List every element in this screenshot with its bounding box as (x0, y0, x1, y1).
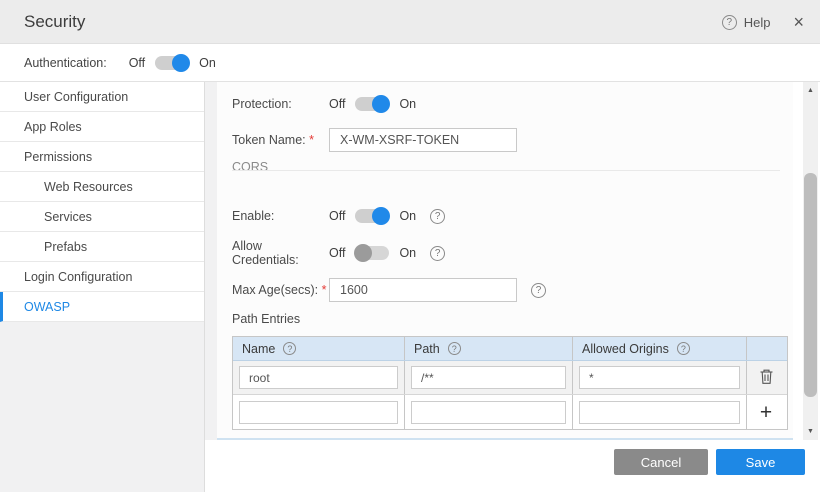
max-age-row: Max Age(secs): * ? (232, 278, 778, 302)
scroll-down-arrow[interactable]: ▼ (803, 425, 818, 438)
max-age-help-icon[interactable]: ? (531, 283, 546, 298)
protection-on-label: On (399, 97, 416, 111)
security-dialog: Security ? Help × Authentication: Off On… (0, 0, 820, 492)
name-column-help-icon[interactable]: ? (283, 342, 296, 355)
add-row-button[interactable]: + (747, 395, 785, 429)
protection-toggle[interactable] (355, 97, 389, 111)
name-column-label: Name (242, 342, 275, 356)
delete-row-button[interactable] (747, 361, 785, 394)
row1-actions-cell (747, 361, 785, 394)
protection-row: Protection: Off On (232, 95, 778, 113)
row2-origins-cell (573, 395, 747, 429)
toggle-knob (172, 54, 190, 72)
allow-credentials-toggle[interactable] (355, 246, 389, 260)
authentication-on-label: On (199, 56, 216, 70)
column-header-name: Name ? (233, 337, 405, 360)
cors-divider (232, 170, 780, 171)
path-column-help-icon[interactable]: ? (448, 342, 461, 355)
help-icon: ? (722, 15, 737, 30)
content-scrollbar[interactable]: ▲ ▼ (803, 82, 818, 440)
allow-credentials-row: Allow Credentials: Off On ? (232, 244, 778, 262)
allow-credentials-off-label: Off (329, 246, 345, 260)
row1-name-cell (233, 361, 405, 394)
sidebar-content-gutter (205, 82, 217, 440)
help-label: Help (744, 15, 771, 30)
authentication-bar: Authentication: Off On (0, 44, 820, 82)
sidebar-item-prefabs[interactable]: Prefabs (0, 232, 204, 262)
row2-name-cell (233, 395, 405, 429)
sidebar-item-services[interactable]: Services (0, 202, 204, 232)
authentication-off-label: Off (129, 56, 145, 70)
trash-icon (759, 368, 774, 388)
max-age-label: Max Age(secs): * (232, 283, 329, 297)
protection-off-label: Off (329, 97, 345, 111)
help-button[interactable]: ? Help (722, 15, 771, 30)
toggle-knob (372, 95, 390, 113)
path-entries-label: Path Entries (232, 312, 300, 326)
sidebar-item-owasp[interactable]: OWASP (0, 292, 204, 322)
enable-label: Enable: (232, 209, 329, 223)
enable-off-label: Off (329, 209, 345, 223)
column-header-allowed-origins: Allowed Origins ? (573, 337, 747, 360)
close-icon[interactable]: × (793, 13, 804, 31)
plus-icon: + (760, 402, 772, 423)
scrollbar-thumb[interactable] (804, 173, 817, 397)
token-name-label: Token Name: * (232, 133, 329, 147)
token-name-row: Token Name: * (232, 128, 778, 152)
path-entry-origins-input[interactable] (579, 366, 740, 389)
save-button[interactable]: Save (716, 449, 805, 475)
sidebar-item-user-configuration[interactable]: User Configuration (0, 82, 204, 112)
new-entry-name-input[interactable] (239, 401, 398, 424)
toggle-knob (372, 207, 390, 225)
required-marker: * (309, 133, 314, 147)
allowed-origins-column-help-icon[interactable]: ? (677, 342, 690, 355)
sidebar-item-web-resources[interactable]: Web Resources (0, 172, 204, 202)
cors-section-label: CORS (232, 160, 268, 174)
sidebar-item-permissions[interactable]: Permissions (0, 142, 204, 172)
max-age-input[interactable] (329, 278, 517, 302)
allow-credentials-help-icon[interactable]: ? (430, 246, 445, 261)
enable-on-label: On (399, 209, 416, 223)
sidebar-item-app-roles[interactable]: App Roles (0, 112, 204, 142)
owasp-settings-panel: Protection: Off On Token Name: * CORS En… (217, 82, 793, 440)
enable-row: Enable: Off On ? (232, 207, 778, 225)
header-actions: ? Help × (722, 0, 804, 44)
new-entry-path-input[interactable] (411, 401, 566, 424)
column-header-actions (747, 337, 785, 360)
enable-toggle[interactable] (355, 209, 389, 223)
path-entry-name-input[interactable] (239, 366, 398, 389)
table-row (233, 361, 787, 395)
row2-actions-cell: + (747, 395, 785, 429)
path-column-label: Path (414, 342, 440, 356)
dialog-header: Security ? Help × (0, 0, 820, 44)
row1-origins-cell (573, 361, 747, 394)
path-entries-header-row: Name ? Path ? Allowed Origins ? (233, 337, 787, 361)
page-title: Security (24, 0, 85, 44)
token-name-input[interactable] (329, 128, 517, 152)
row2-path-cell (405, 395, 573, 429)
sidebar-item-login-configuration[interactable]: Login Configuration (0, 262, 204, 292)
sidebar: User Configuration App Roles Permissions… (0, 82, 205, 492)
protection-label: Protection: (232, 97, 329, 111)
authentication-toggle[interactable] (155, 56, 189, 70)
allow-credentials-label: Allow Credentials: (232, 239, 329, 267)
scroll-cutoff-line (217, 438, 793, 440)
required-marker: * (322, 283, 327, 297)
table-row: + (233, 395, 787, 429)
toggle-knob (354, 244, 372, 262)
cancel-button[interactable]: Cancel (614, 449, 708, 475)
scroll-up-arrow[interactable]: ▲ (803, 84, 818, 97)
path-entry-path-input[interactable] (411, 366, 566, 389)
allowed-origins-column-label: Allowed Origins (582, 342, 669, 356)
column-header-path: Path ? (405, 337, 573, 360)
new-entry-origins-input[interactable] (579, 401, 740, 424)
row1-path-cell (405, 361, 573, 394)
enable-help-icon[interactable]: ? (430, 209, 445, 224)
path-entries-table: Name ? Path ? Allowed Origins ? (232, 336, 788, 430)
allow-credentials-on-label: On (399, 246, 416, 260)
authentication-label: Authentication: (24, 56, 107, 70)
